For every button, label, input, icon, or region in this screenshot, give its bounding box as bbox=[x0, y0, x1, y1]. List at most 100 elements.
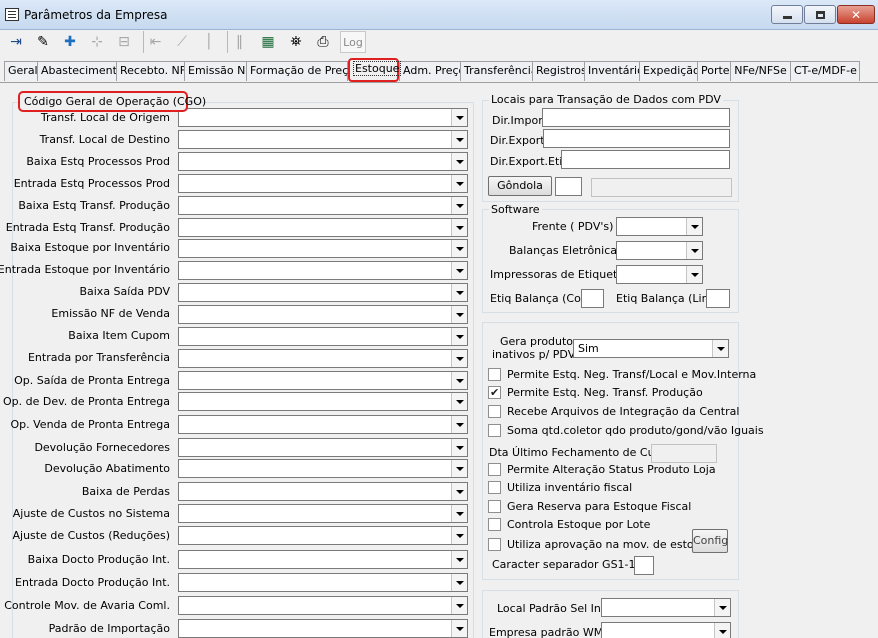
cgo-combo[interactable] bbox=[178, 392, 468, 411]
cgo-combo[interactable] bbox=[178, 550, 468, 569]
cgo-combo[interactable] bbox=[178, 327, 468, 346]
cgo-combo[interactable] bbox=[178, 619, 468, 638]
etiq-col-input[interactable] bbox=[581, 289, 604, 308]
tab-inventario[interactable]: Inventário bbox=[584, 61, 644, 81]
cgo-combo[interactable] bbox=[178, 526, 468, 545]
last-record-icon[interactable]: ‖ bbox=[227, 31, 251, 53]
cgo-combo[interactable] bbox=[178, 152, 468, 171]
chevron-down-icon[interactable] bbox=[451, 393, 467, 410]
cgo-combo[interactable] bbox=[178, 438, 468, 457]
chevron-down-icon[interactable] bbox=[451, 306, 467, 323]
exit-door-icon[interactable]: ⇥ bbox=[4, 31, 28, 53]
tab-emissao-nf[interactable]: Emissão NF bbox=[184, 61, 252, 81]
checkbox-recebe-arquivos[interactable]: Recebe Arquivos de Integração da Central bbox=[488, 405, 739, 419]
chevron-down-icon[interactable] bbox=[451, 109, 467, 126]
cgo-combo[interactable] bbox=[178, 349, 468, 368]
cgo-combo[interactable] bbox=[178, 174, 468, 193]
previous-record-icon[interactable]: ⟋ bbox=[170, 31, 194, 53]
chevron-down-icon[interactable] bbox=[451, 483, 467, 500]
checkbox-inventario-fiscal[interactable]: Utiliza inventário fiscal bbox=[488, 481, 632, 495]
cgo-combo[interactable] bbox=[178, 218, 468, 237]
chevron-down-icon[interactable] bbox=[451, 439, 467, 456]
cgo-combo[interactable] bbox=[178, 261, 468, 280]
chevron-down-icon[interactable] bbox=[451, 219, 467, 236]
chevron-down-icon[interactable] bbox=[451, 350, 467, 367]
cgo-combo[interactable] bbox=[178, 415, 468, 434]
empresa-padrao-combo[interactable] bbox=[601, 622, 731, 638]
chevron-down-icon[interactable] bbox=[714, 623, 730, 638]
cgo-combo[interactable] bbox=[178, 459, 468, 478]
chevron-down-icon[interactable] bbox=[686, 266, 702, 283]
chevron-down-icon[interactable] bbox=[451, 153, 467, 170]
log-button[interactable]: Log bbox=[340, 31, 366, 53]
etiq-lin-input[interactable] bbox=[706, 289, 730, 308]
impressoras-combo[interactable] bbox=[616, 265, 703, 284]
checkbox-permite-neg-transf-producao[interactable]: Permite Estq. Neg. Transf. Produção bbox=[488, 386, 703, 400]
checkbox-aprovacao-mov[interactable]: Utiliza aprovação na mov. de estoque bbox=[488, 538, 714, 552]
tab-estoque[interactable]: Estoque bbox=[348, 58, 402, 82]
cgo-combo[interactable] bbox=[178, 130, 468, 149]
tab-transferencia[interactable]: Transferência bbox=[460, 61, 538, 81]
minimize-button[interactable] bbox=[771, 5, 803, 24]
gondola-button[interactable]: Gôndola bbox=[488, 176, 552, 196]
checkbox-box[interactable] bbox=[488, 424, 501, 437]
add-record-icon[interactable]: ✚ bbox=[58, 31, 82, 53]
chevron-down-icon[interactable] bbox=[712, 340, 728, 357]
cgo-combo[interactable] bbox=[178, 371, 468, 390]
caracter-separador-input[interactable] bbox=[634, 556, 654, 575]
maximize-button[interactable] bbox=[804, 5, 836, 24]
chevron-down-icon[interactable] bbox=[451, 597, 467, 614]
checkbox-box[interactable] bbox=[488, 538, 501, 551]
add-item-icon[interactable]: ⊹ bbox=[85, 31, 109, 53]
chevron-down-icon[interactable] bbox=[451, 620, 467, 637]
cgo-combo[interactable] bbox=[178, 283, 468, 302]
cgo-combo[interactable] bbox=[178, 108, 468, 127]
cgo-combo[interactable] bbox=[178, 196, 468, 215]
tab-recebto-nf[interactable]: Recebto. NF bbox=[116, 61, 186, 81]
tab-formacao-preco[interactable]: Formação de Preço bbox=[246, 61, 355, 81]
checkbox-box[interactable] bbox=[488, 463, 501, 476]
frente-pdv-combo[interactable] bbox=[616, 217, 703, 236]
checkbox-box[interactable] bbox=[488, 518, 501, 531]
cgo-combo[interactable] bbox=[178, 573, 468, 592]
checkbox-box[interactable] bbox=[488, 405, 501, 418]
chevron-down-icon[interactable] bbox=[451, 262, 467, 279]
chevron-down-icon[interactable] bbox=[451, 197, 467, 214]
tab-geral[interactable]: Geral bbox=[4, 61, 38, 81]
chevron-down-icon[interactable] bbox=[451, 551, 467, 568]
dir-export-input[interactable] bbox=[543, 129, 730, 148]
chevron-down-icon[interactable] bbox=[451, 460, 467, 477]
checkbox-controla-lote[interactable]: Controla Estoque por Lote bbox=[488, 518, 650, 532]
gera-produtos-combo[interactable]: Sim bbox=[573, 339, 729, 358]
tab-nfe-nfse[interactable]: NFe/NFSe bbox=[730, 61, 791, 81]
chevron-down-icon[interactable] bbox=[686, 242, 702, 259]
cgo-combo[interactable] bbox=[178, 305, 468, 324]
chevron-down-icon[interactable] bbox=[686, 218, 702, 235]
tab-abastecimento[interactable]: Abastecimento bbox=[37, 61, 124, 81]
local-padrao-combo[interactable] bbox=[601, 598, 731, 617]
checkbox-soma-qtd-coletor[interactable]: Soma qtd.coletor qdo produto/gond/vão Ig… bbox=[488, 424, 764, 438]
tab-porte[interactable]: Porte bbox=[697, 61, 731, 81]
tab-cte-mdfe[interactable]: CT-e/MDF-e bbox=[790, 61, 860, 81]
close-button[interactable]: ✕ bbox=[837, 5, 875, 24]
chevron-down-icon[interactable] bbox=[451, 372, 467, 389]
chevron-down-icon[interactable] bbox=[451, 328, 467, 345]
checkbox-gera-reserva[interactable]: Gera Reserva para Estoque Fiscal bbox=[488, 500, 691, 514]
binoculars-icon[interactable]: ⛯ bbox=[284, 31, 308, 53]
chevron-down-icon[interactable] bbox=[451, 284, 467, 301]
chevron-down-icon[interactable] bbox=[451, 416, 467, 433]
cgo-combo[interactable] bbox=[178, 482, 468, 501]
first-record-icon[interactable]: ⇤ bbox=[143, 31, 167, 53]
checkbox-checked-icon[interactable] bbox=[488, 386, 501, 399]
checkbox-permite-alteracao-status[interactable]: Permite Alteração Status Produto Loja bbox=[488, 463, 716, 477]
spreadsheet-icon[interactable]: ▦ bbox=[256, 31, 280, 53]
tab-adm-preco[interactable]: Adm. Preço bbox=[399, 61, 465, 81]
config-button[interactable]: Config bbox=[692, 529, 728, 553]
next-record-icon[interactable]: │ bbox=[197, 31, 221, 53]
checkbox-box[interactable] bbox=[488, 368, 501, 381]
remove-item-icon[interactable]: ⊟ bbox=[112, 31, 136, 53]
print-icon[interactable]: ⎙ bbox=[311, 31, 335, 53]
cgo-combo[interactable] bbox=[178, 504, 468, 523]
tab-expedicao[interactable]: Expedição bbox=[639, 61, 700, 81]
cgo-combo[interactable] bbox=[178, 596, 468, 615]
